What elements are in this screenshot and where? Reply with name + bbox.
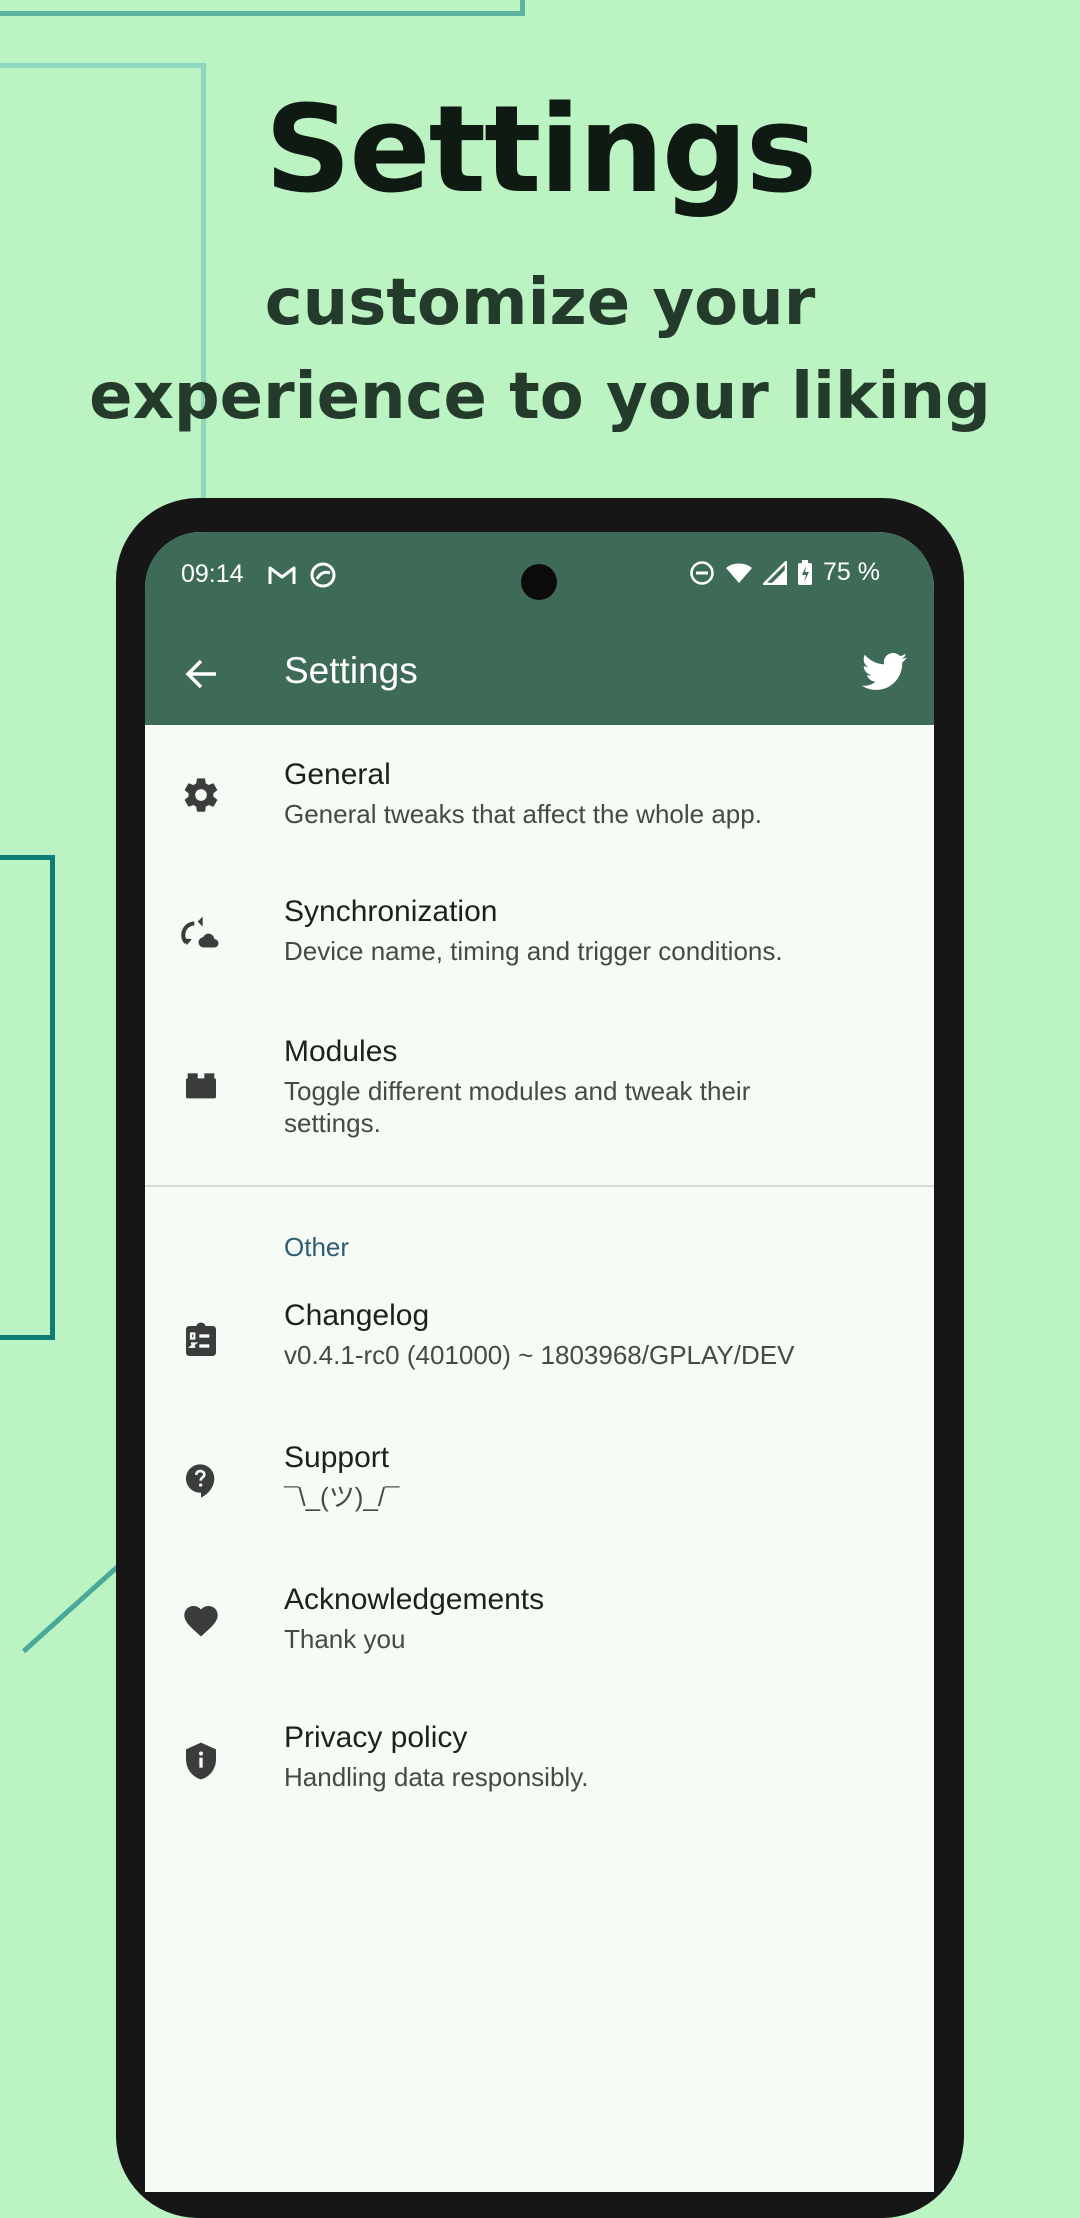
item-title: Support (284, 1441, 390, 1474)
twitter-icon (861, 653, 908, 690)
item-summary: Handling data responsibly. (284, 1762, 589, 1792)
battery-percent: 75 % (823, 558, 880, 586)
dnd-icon (690, 560, 714, 585)
status-time: 09:14 (181, 560, 244, 588)
modules-icon (179, 1063, 223, 1107)
item-title: Modules (284, 1035, 398, 1068)
settings-item-modules[interactable]: Modules Toggle different modules and twe… (145, 1005, 934, 1165)
hero-subtitle-line: experience to your liking (89, 360, 991, 434)
gear-icon (179, 773, 223, 817)
settings-item-changelog[interactable]: Changelog v0.4.1-rc0 (401000) ~ 1803968/… (145, 1271, 934, 1411)
settings-item-general[interactable]: General General tweaks that affect the w… (145, 725, 934, 865)
twitter-button[interactable] (861, 652, 908, 692)
gmail-icon (268, 566, 296, 584)
heart-icon (179, 1599, 223, 1643)
wifi-icon (726, 563, 753, 583)
item-title: Acknowledgements (284, 1583, 545, 1616)
item-summary: Toggle different modules and tweak their… (284, 1076, 751, 1138)
item-title: General (284, 758, 391, 791)
back-button[interactable] (181, 654, 221, 694)
settings-item-synchronization[interactable]: Synchronization Device name, timing and … (145, 865, 934, 1005)
phone-screen: 09:14 75 % Settings General General twea… (145, 532, 934, 2192)
hero-subtitle: customize your experience to your liking (0, 256, 1080, 444)
settings-item-privacy-policy[interactable]: Privacy policy Handling data responsibly… (145, 1691, 934, 1831)
item-title: Privacy policy (284, 1721, 468, 1754)
app-bar-title: Settings (284, 650, 418, 691)
item-summary: General tweaks that affect the whole app… (284, 799, 762, 829)
item-title: Changelog (284, 1299, 430, 1332)
help-icon (179, 1459, 223, 1503)
status-left-icons (267, 562, 336, 588)
shield-icon (179, 1739, 223, 1783)
status-right-icons: 75 % (689, 558, 880, 587)
section-header-other: Other (145, 1187, 934, 1271)
item-title: Synchronization (284, 895, 498, 928)
arrow-back-icon (185, 659, 216, 689)
hero-subtitle-line: customize your (264, 266, 816, 340)
signal-icon (763, 560, 788, 585)
item-summary: ¯\_(ツ)_/¯ (284, 1482, 400, 1512)
hero-title: Settings (264, 81, 817, 220)
app-bar: 09:14 75 % Settings (145, 532, 934, 725)
section-header-label: Other (284, 1232, 350, 1262)
decorative-line (0, 855, 55, 1340)
cloud-sync-icon (179, 913, 223, 957)
changelog-icon (179, 1319, 223, 1363)
settings-item-acknowledgements[interactable]: Acknowledgements Thank you (145, 1551, 934, 1691)
item-summary: Thank you (284, 1624, 406, 1654)
settings-item-support[interactable]: Support ¯\_(ツ)_/¯ (145, 1411, 934, 1551)
item-summary: Device name, timing and trigger conditio… (284, 936, 783, 966)
decorative-line (0, 0, 525, 16)
item-summary: v0.4.1-rc0 (401000) ~ 1803968/GPLAY/DEV (284, 1340, 795, 1370)
settings-list: General General tweaks that affect the w… (145, 725, 934, 1831)
front-camera (521, 564, 557, 600)
battery-icon (798, 559, 813, 585)
sync-app-icon (310, 562, 336, 588)
